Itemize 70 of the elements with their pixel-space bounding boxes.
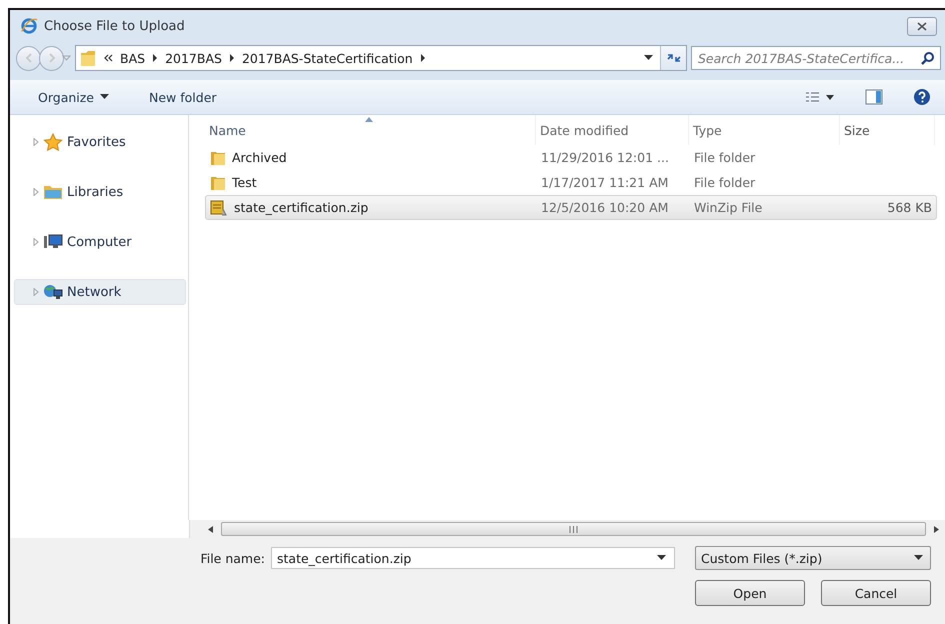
date-modified: 11/29/2016 12:01 ... [541, 150, 669, 165]
file-row[interactable]: state_certification.zip 12/5/2016 10:20 AM WinZip File 568 KB [205, 195, 937, 220]
sidebar-item[interactable]: Computer [14, 229, 186, 255]
breadcrumb-item[interactable]: 2017BAS [165, 50, 222, 66]
preview-pane-icon [865, 89, 883, 105]
dropdown-caret-icon [914, 555, 923, 561]
forward-button[interactable] [39, 46, 64, 70]
file-type-dropdown[interactable]: Custom Files (*.zip) [695, 546, 931, 570]
horizontal-scrollbar[interactable] [190, 520, 945, 538]
date-modified: 12/5/2016 10:20 AM [541, 200, 668, 215]
sidebar-item[interactable]: Libraries [14, 179, 186, 205]
sidebar-item[interactable]: Network [14, 279, 186, 305]
file-size: 568 KB [887, 200, 932, 215]
file-type: File folder [694, 175, 756, 190]
column-header[interactable]: Date modified [536, 115, 689, 145]
dropdown-caret-icon [644, 55, 653, 61]
toolbar-button[interactable]: New folder [141, 86, 225, 108]
file-name: state_certification.zip [234, 200, 368, 215]
file-row[interactable]: Archived 11/29/2016 12:01 ... File folder [205, 145, 937, 170]
caret-icon [100, 94, 109, 100]
crumb-arrow-icon [228, 54, 235, 62]
sort-arrow-icon [365, 117, 373, 122]
date-modified: 1/17/2017 11:21 AM [541, 175, 668, 190]
file-type: File folder [694, 150, 756, 165]
history-caret-icon [62, 55, 71, 61]
search-field[interactable]: Search 2017BAS-StateCertifica... [691, 46, 941, 70]
file-name: Archived [232, 150, 287, 165]
window-title: Choose File to Upload [44, 18, 185, 34]
refresh-button[interactable] [660, 46, 686, 70]
back-button[interactable] [16, 46, 41, 70]
expand-arrow-icon [33, 238, 39, 246]
folder-icon [210, 174, 226, 190]
search-icon [921, 51, 935, 65]
help-icon [913, 88, 931, 106]
open-button[interactable]: Open [695, 580, 805, 606]
scroll-right-icon [934, 526, 939, 532]
crumb-arrow-icon [152, 54, 158, 62]
close-icon [917, 22, 927, 30]
dropdown-caret-icon [657, 555, 666, 561]
network-globe-icon [43, 283, 63, 301]
file-name: Test [232, 175, 257, 190]
overflow-chevron-icon [103, 54, 113, 62]
star-icon [43, 133, 63, 151]
folder-icon [210, 150, 226, 166]
file-type: WinZip File [694, 200, 762, 215]
computer-icon [43, 233, 63, 251]
breadcrumb-item[interactable]: BAS [120, 50, 146, 66]
sidebar-item[interactable]: Favorites [14, 129, 186, 155]
crumb-arrow-icon [420, 54, 426, 62]
breadcrumb-item[interactable]: 2017BAS-StateCertification [242, 50, 413, 66]
cancel-button[interactable]: Cancel [821, 580, 931, 606]
expand-arrow-icon [33, 288, 39, 296]
library-folder-icon [43, 184, 63, 200]
archive-file-icon [210, 200, 228, 216]
scroll-left-icon [208, 526, 213, 532]
scroll-thumb[interactable] [221, 522, 926, 536]
address-bar[interactable]: BAS 2017BAS 2017BAS-StateCertification [75, 45, 687, 71]
column-header[interactable]: Size [840, 115, 935, 145]
expand-arrow-icon [33, 138, 39, 146]
organize-menu[interactable]: Organize [30, 86, 117, 108]
browser-logo-icon [20, 17, 38, 35]
file-name-field[interactable]: state_certification.zip [271, 547, 675, 569]
column-header[interactable]: Type [689, 115, 840, 145]
file-row[interactable]: Test 1/17/2017 11:21 AM File folder [205, 170, 937, 195]
expand-arrow-icon [33, 188, 39, 196]
grip-icon [569, 526, 578, 532]
file-name-label: File name: [200, 550, 265, 566]
view-list-icon [805, 91, 835, 103]
folder-icon [80, 49, 96, 67]
close-button[interactable] [907, 16, 937, 36]
